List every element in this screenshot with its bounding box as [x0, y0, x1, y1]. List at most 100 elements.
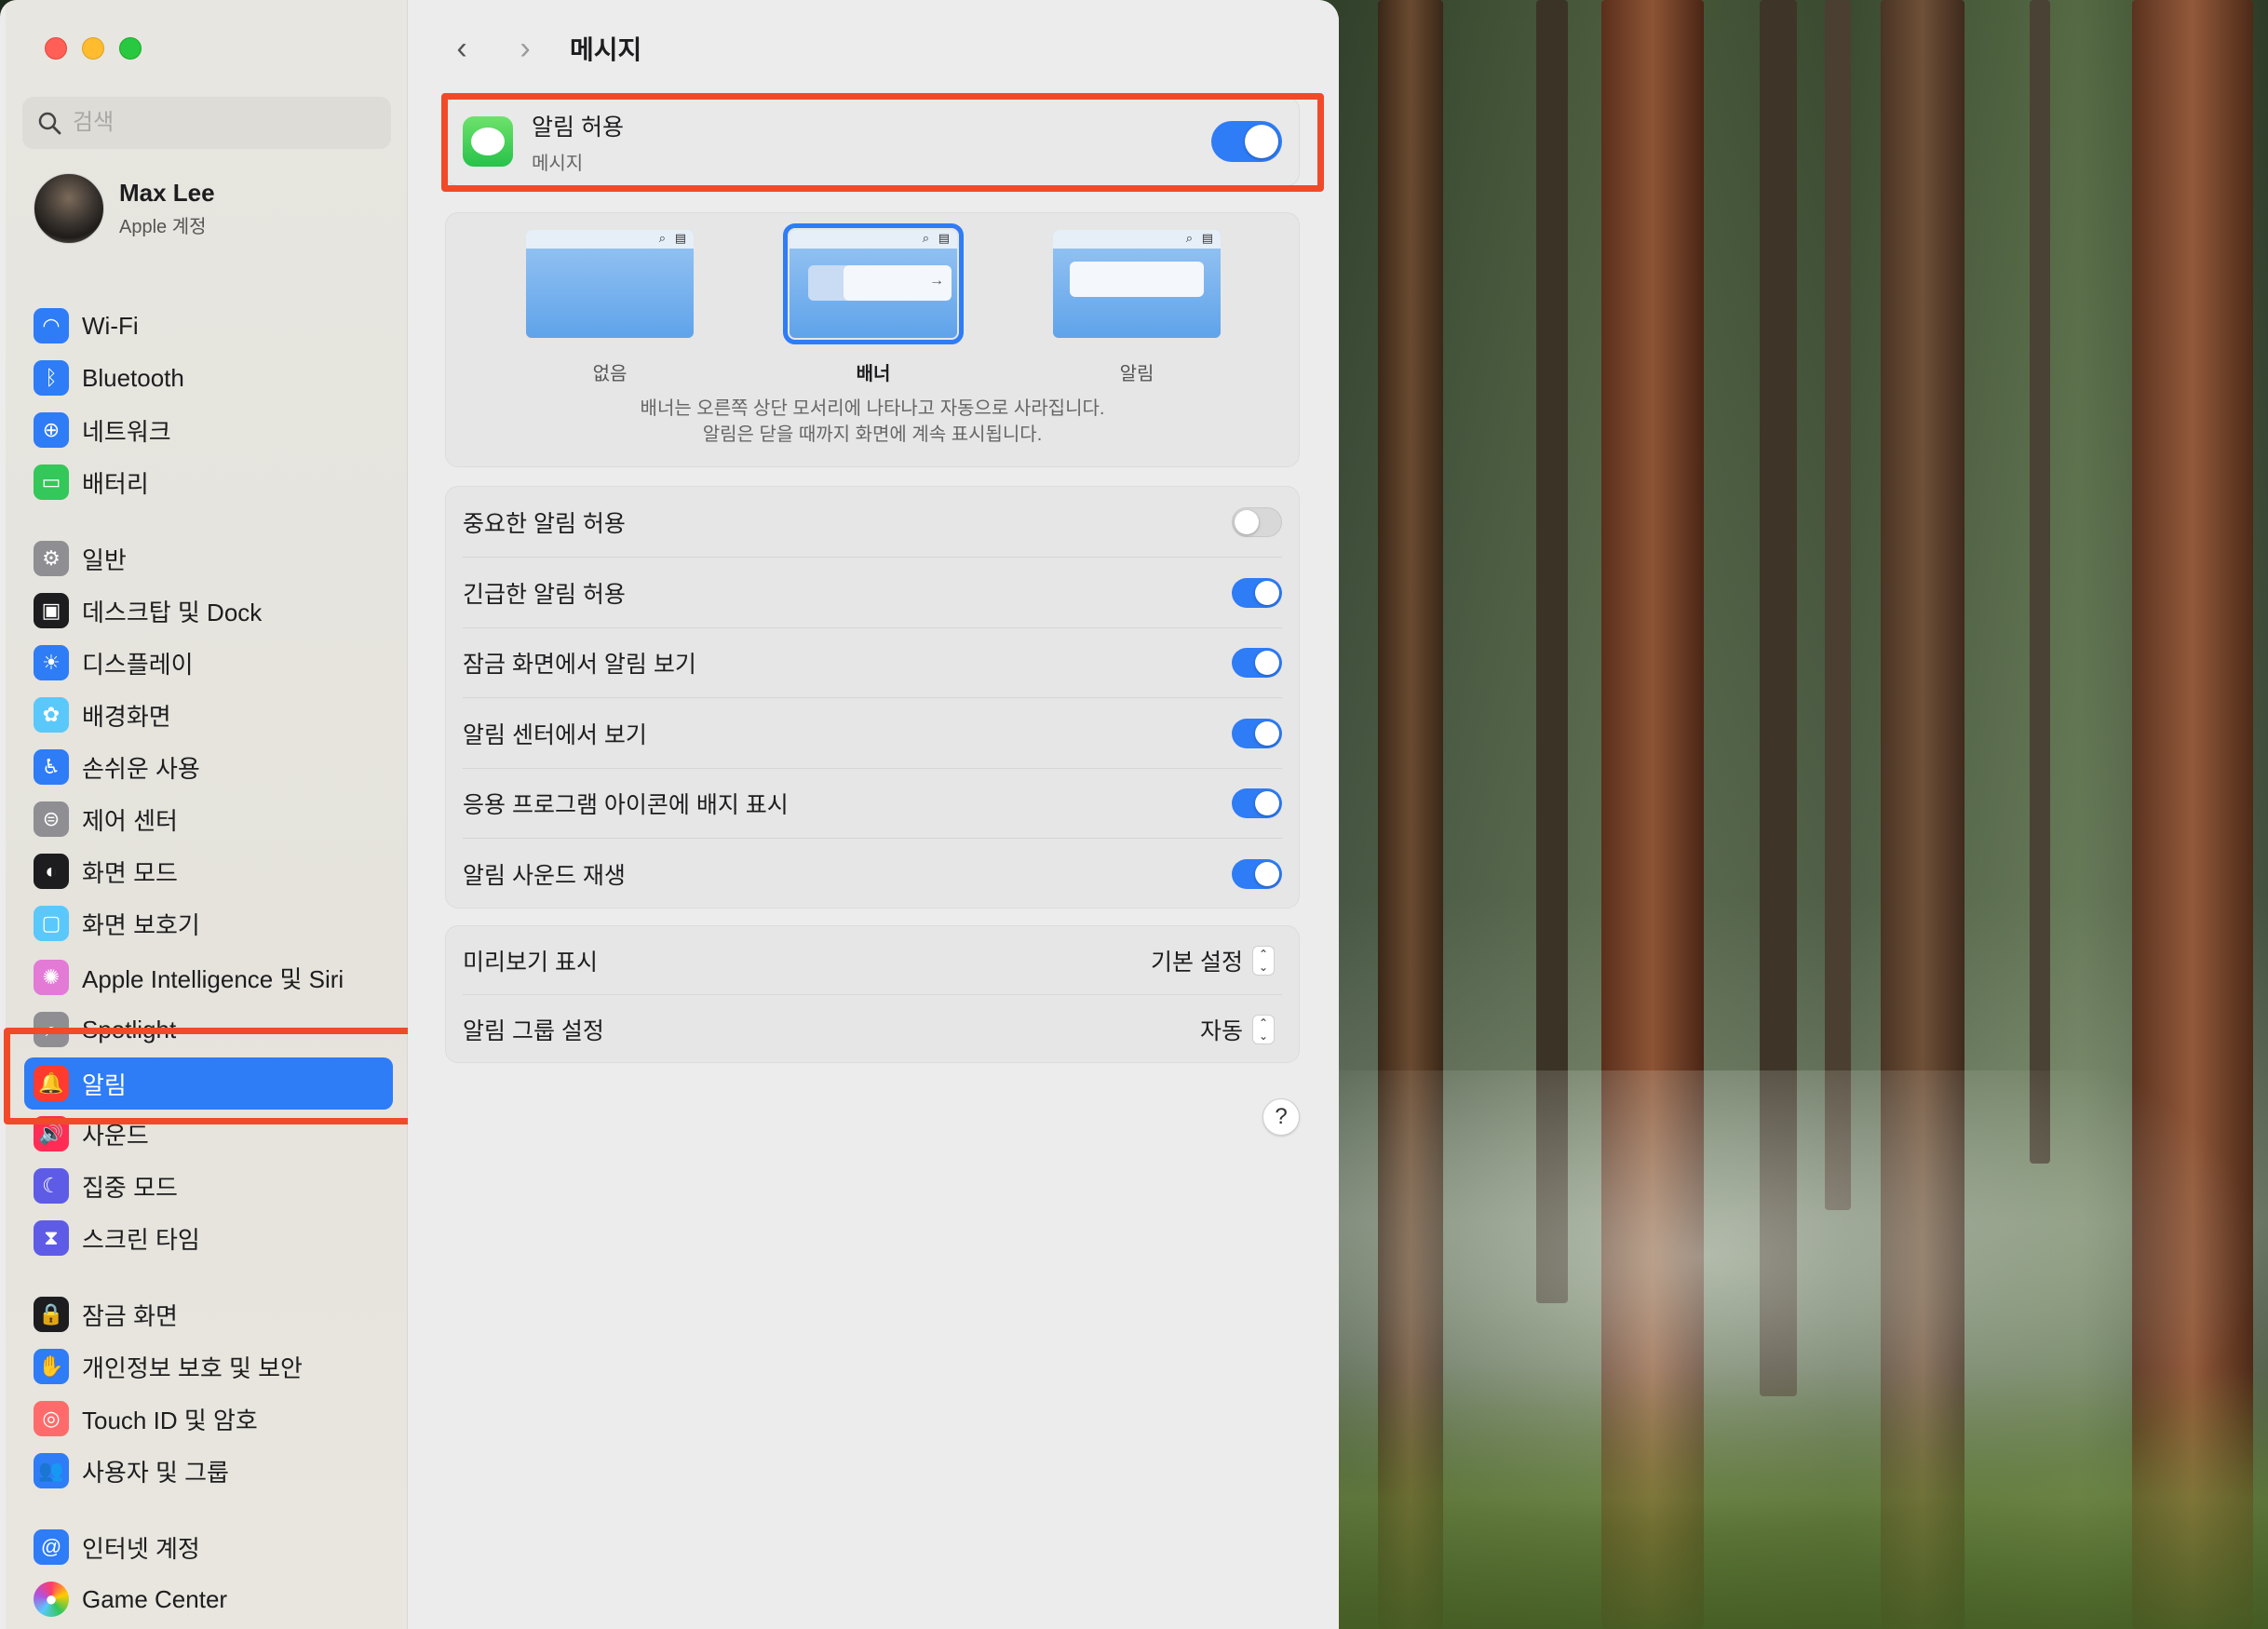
show-previews-row[interactable]: 미리보기 표시 기본 설정 ⌃ ⌄	[446, 926, 1299, 995]
style-option-banner[interactable]: ⌕ ▤ → 배너	[783, 223, 964, 385]
close-window-button[interactable]	[45, 37, 67, 60]
switches-icon: ⊜	[34, 801, 69, 837]
desktop-wallpaper	[1322, 0, 2268, 1629]
help-button[interactable]: ?	[1262, 1098, 1300, 1136]
sidebar-item-hourglass[interactable]: ⧗ 스크린 타임	[34, 1216, 391, 1260]
option-toggle[interactable]	[1232, 859, 1282, 889]
style-preview-none: ⌕ ▤	[526, 230, 694, 338]
toggle-row: 알림 사운드 재생	[446, 839, 1299, 909]
sidebar-item-label: Game Center	[82, 1584, 228, 1613]
forward-button[interactable]: ›	[506, 31, 544, 67]
toggle-row: 잠금 화면에서 알림 보기	[446, 627, 1299, 699]
toggle-row: 긴급한 알림 허용	[446, 558, 1299, 628]
notification-options: 중요한 알림 허용 긴급한 알림 허용 잠금 화면에서 알림 보기 알림 센터에서 보…	[445, 486, 1300, 909]
sidebar-item-moon[interactable]: ☾ 집중 모드	[34, 1164, 391, 1208]
sidebar-item-gamecenter[interactable]: ● Game Center	[34, 1577, 391, 1622]
sidebar-item-wifi[interactable]: ◠ Wi-Fi	[34, 303, 391, 348]
preview-grouping-options: 미리보기 표시 기본 설정 ⌃ ⌄ 알림 그룹 설정 자동 ⌃ ⌄	[445, 925, 1300, 1063]
apple-account-profile[interactable]: Max Lee Apple 계정	[34, 173, 215, 244]
sidebar-item-globe[interactable]: ⊕ 네트워크	[34, 408, 391, 452]
sidebar-item-fingerprint[interactable]: ◎ Touch ID 및 암호	[34, 1396, 391, 1441]
gamecenter-icon: ●	[34, 1582, 69, 1617]
option-toggle[interactable]	[1232, 507, 1282, 537]
sidebar-item-label: 집중 모드	[82, 1173, 178, 1202]
option-toggle[interactable]	[1232, 788, 1282, 819]
style-preview-banner: ⌕ ▤ →	[783, 223, 964, 344]
screensaver-icon: ▢	[34, 906, 69, 941]
sidebar-item-accessibility[interactable]: ♿ 손쉬운 사용	[34, 745, 391, 789]
hand-icon: ✋	[34, 1349, 69, 1384]
style-option-alert[interactable]: ⌕ ▤ 알림	[1053, 230, 1221, 385]
sidebar-item-label: 개인정보 보호 및 보안	[82, 1353, 303, 1382]
siri-icon: ✺	[34, 960, 69, 995]
style-option-none[interactable]: ⌕ ▤ 없음	[526, 230, 694, 385]
page-title: 메시지	[570, 35, 642, 64]
sidebar-item-label: 사용자 및 그룹	[82, 1458, 229, 1487]
sidebar-item-flower[interactable]: ✿ 배경화면	[34, 693, 391, 737]
sidebar-item-label: 네트워크	[82, 417, 171, 446]
sidebar-item-lock[interactable]: 🔒 잠금 화면	[34, 1292, 391, 1337]
sidebar-item-label: 디스플레이	[82, 650, 194, 679]
option-toggle[interactable]	[1232, 718, 1282, 748]
avatar	[34, 173, 104, 244]
sidebar-item-battery[interactable]: ▭ 배터리	[34, 460, 391, 505]
sidebar-item-label: 일반	[82, 545, 127, 574]
style-description: 배너는 오른쪽 상단 모서리에 나타나고 자동으로 사라집니다. 알림은 닫을 …	[640, 398, 1105, 445]
flower-icon: ✿	[34, 697, 69, 733]
at-icon: @	[34, 1529, 69, 1565]
battery-icon: ▭	[34, 464, 69, 500]
globe-icon: ⊕	[34, 412, 69, 448]
dock-icon: ▣	[34, 593, 69, 628]
search-input[interactable]	[73, 110, 371, 136]
search-field[interactable]	[22, 97, 391, 149]
sidebar-item-hand[interactable]: ✋ 개인정보 보호 및 보안	[34, 1344, 391, 1389]
wifi-icon: ◠	[34, 308, 69, 343]
minimize-window-button[interactable]	[82, 37, 104, 60]
sidebar-item-label: 스크린 타임	[82, 1225, 200, 1254]
sidebar-item-bluetooth[interactable]: ᛒ Bluetooth	[34, 356, 391, 400]
alert-style-picker: ⌕ ▤ 없음 ⌕ ▤ → 배너 ⌕ ▤ 알림 배너는 오른쪽 상단 모서리에 나…	[445, 212, 1300, 467]
sidebar-item-appearance[interactable]: ◐ 화면 모드	[34, 849, 391, 894]
show-previews-popup[interactable]: 기본 설정 ⌃ ⌄	[1151, 944, 1275, 977]
sidebar-item-gear[interactable]: ⚙ 일반	[34, 536, 391, 581]
toggle-row: 중요한 알림 허용	[446, 487, 1299, 558]
sidebar-item-label: Bluetooth	[82, 363, 184, 392]
profile-name: Max Lee	[119, 179, 215, 207]
sidebar-item-users[interactable]: 👥 사용자 및 그룹	[34, 1448, 391, 1493]
sidebar-item-at[interactable]: @ 인터넷 계정	[34, 1525, 391, 1569]
option-toggle[interactable]	[1232, 577, 1282, 608]
notification-grouping-popup[interactable]: 자동 ⌃ ⌄	[1200, 1013, 1275, 1046]
sidebar-item-label: 손쉬운 사용	[82, 754, 200, 783]
users-icon: 👥	[34, 1453, 69, 1488]
notification-grouping-row[interactable]: 알림 그룹 설정 자동 ⌃ ⌄	[446, 995, 1299, 1064]
sidebar-item-label: 인터넷 계정	[82, 1534, 200, 1563]
zoom-window-button[interactable]	[119, 37, 142, 60]
sidebar-item-label: 데스크탑 및 Dock	[82, 598, 263, 626]
profile-subtitle: Apple 계정	[119, 217, 207, 237]
sidebar-item-label: 배터리	[82, 469, 149, 498]
sidebar-item-screensaver[interactable]: ▢ 화면 보호기	[34, 901, 391, 946]
sidebar-item-sun[interactable]: ☀ 디스플레이	[34, 640, 391, 685]
option-toggle[interactable]	[1232, 648, 1282, 679]
lock-icon: 🔒	[34, 1297, 69, 1332]
sidebar-item-switches[interactable]: ⊜ 제어 센터	[34, 797, 391, 841]
style-preview-alert: ⌕ ▤	[1053, 230, 1221, 338]
sidebar-item-label: Touch ID 및 암호	[82, 1406, 258, 1434]
sidebar: Max Lee Apple 계정 ◠ Wi-Fi ᛒ Bluetooth ⊕ 네트워크 ▭ 배…	[6, 0, 408, 1629]
highlight-box-allow	[441, 93, 1324, 192]
sidebar-item-label: Apple Intelligence 및 Siri	[82, 964, 344, 993]
sidebar-item-label: 화면 모드	[82, 858, 178, 887]
toggle-row: 응용 프로그램 아이콘에 배지 표시	[446, 768, 1299, 840]
search-icon	[38, 112, 61, 135]
sidebar-item-dock[interactable]: ▣ 데스크탑 및 Dock	[34, 588, 391, 633]
sidebar-item-label: 화면 보호기	[82, 910, 200, 939]
back-button[interactable]: ‹	[443, 31, 480, 67]
moon-icon: ☾	[34, 1168, 69, 1204]
sun-icon: ☀	[34, 645, 69, 680]
settings-window: Max Lee Apple 계정 ◠ Wi-Fi ᛒ Bluetooth ⊕ 네트워크 ▭ 배…	[0, 0, 1339, 1629]
sidebar-item-siri[interactable]: ✺ Apple Intelligence 및 Siri	[34, 955, 391, 1000]
accessibility-icon: ♿	[34, 749, 69, 785]
bluetooth-icon: ᛒ	[34, 360, 69, 396]
sidebar-item-label: Wi-Fi	[82, 311, 139, 340]
highlight-box-sidebar	[4, 1028, 415, 1124]
